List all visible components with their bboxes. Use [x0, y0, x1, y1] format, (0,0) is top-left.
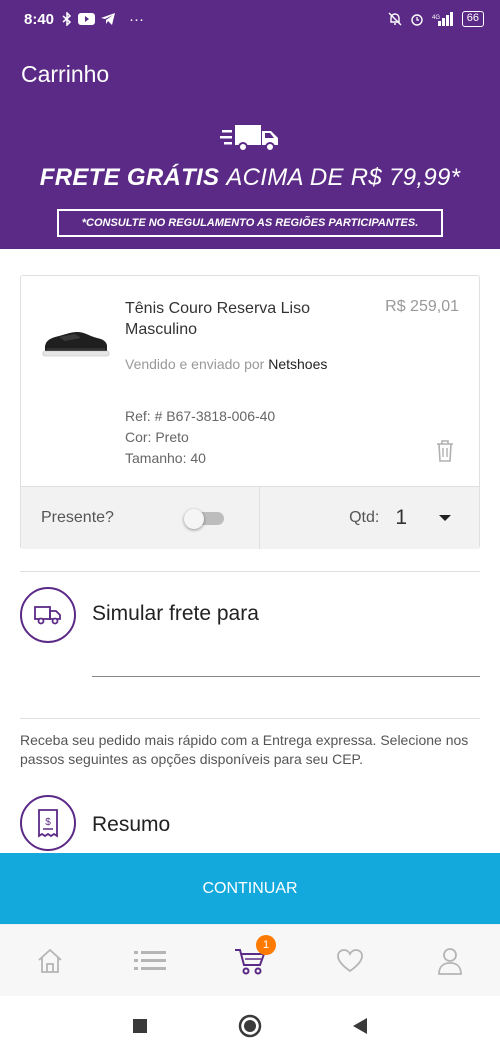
cep-input[interactable]: [92, 640, 480, 677]
trash-icon[interactable]: [435, 439, 455, 463]
tab-home[interactable]: [0, 925, 100, 996]
tab-account[interactable]: [400, 925, 500, 996]
headline-rest: ACIMA DE R$ 79,99*: [226, 164, 461, 191]
youtube-icon: [78, 13, 96, 25]
signal-icon: 4G: [432, 12, 453, 26]
continue-button[interactable]: CONTINUAR: [0, 853, 500, 924]
headline-bold: FRETE GRÁTIS: [39, 164, 220, 191]
gift-label: Presente?: [41, 509, 114, 526]
section-divider: [20, 571, 480, 572]
free-shipping-banner[interactable]: FRETE GRÁTIS ACIMA DE R$ 79,99* *CONSULT…: [0, 110, 500, 249]
quantity-selector[interactable]: Qtd: 1: [260, 487, 479, 549]
app-bar: Carrinho: [0, 38, 500, 110]
summary-receipt-badge: $: [20, 795, 76, 851]
express-delivery-info: Receba seu pedido mais rápido com a Entr…: [20, 732, 469, 767]
status-bar: 8:40 ··· 4G 66: [0, 0, 500, 38]
tab-categories[interactable]: [100, 925, 200, 996]
alarm-icon: [411, 14, 423, 26]
product-details: Ref: # B67-3818-006-40 Cor: Preto Tamanh…: [125, 406, 275, 469]
product-name[interactable]: Tênis Couro Reserva Liso Masculino: [125, 298, 355, 340]
shipping-truck-badge: [20, 587, 76, 643]
recent-apps-icon[interactable]: [132, 1018, 148, 1034]
tab-cart[interactable]: 1: [200, 925, 300, 996]
seller-info: Vendido e enviado por Netshoes: [125, 356, 327, 372]
shipping-simulation-title: Simular frete para: [92, 602, 259, 625]
section-divider: [20, 718, 480, 719]
cart-item-card: Tênis Couro Reserva Liso Masculino R$ 25…: [20, 275, 480, 549]
battery-icon: 66: [461, 11, 484, 27]
more-notifications-icon: ···: [129, 10, 145, 28]
chevron-down-icon: [439, 515, 451, 521]
cart-item-options: Presente? Qtd: 1: [21, 486, 479, 549]
mute-icon: [388, 12, 402, 26]
status-notification-icons: ···: [62, 11, 144, 28]
quantity-label: Qtd:: [349, 509, 380, 526]
quantity-value: 1: [395, 506, 407, 529]
user-icon: [438, 947, 462, 975]
cart-count-badge: 1: [256, 935, 276, 955]
tab-favorites[interactable]: [300, 925, 400, 996]
product-ref: Ref: # B67-3818-006-40: [125, 408, 276, 424]
gift-toggle-knob: [184, 509, 204, 529]
svg-text:4G: 4G: [432, 15, 440, 21]
product-price: R$ 259,01: [385, 298, 459, 315]
regulation-note: *CONSULTE NO REGULAMENTO AS REGIÕES PART…: [57, 209, 443, 237]
truck-icon: [34, 606, 61, 625]
telegram-icon: [101, 13, 116, 25]
gift-toggle[interactable]: [184, 509, 224, 529]
home-button-icon[interactable]: [238, 1014, 262, 1038]
product-size: Tamanho: 40: [125, 450, 206, 466]
delivery-truck-icon: [220, 125, 278, 152]
seller-name: Netshoes: [268, 356, 328, 372]
sold-by-label: Vendido e enviado por: [125, 356, 265, 372]
gift-option: Presente?: [21, 487, 260, 549]
svg-text:$: $: [45, 817, 51, 828]
list-icon: [134, 950, 166, 970]
receipt-icon: $: [38, 809, 58, 838]
bottom-tab-bar: 1: [0, 924, 500, 996]
page-title: Carrinho: [21, 60, 110, 87]
summary-title[interactable]: Resumo: [92, 813, 170, 837]
status-time: 8:40: [24, 10, 55, 28]
bluetooth-icon: [62, 12, 72, 26]
product-color: Cor: Preto: [125, 429, 189, 445]
home-icon: [38, 948, 62, 973]
product-image[interactable]: [41, 324, 111, 360]
status-system-icons: 4G 66: [388, 11, 484, 27]
system-navigation-bar: [0, 996, 500, 1056]
back-icon[interactable]: [352, 1017, 368, 1035]
heart-icon: [337, 948, 363, 972]
free-shipping-headline: FRETE GRÁTIS ACIMA DE R$ 79,99*: [0, 164, 500, 192]
